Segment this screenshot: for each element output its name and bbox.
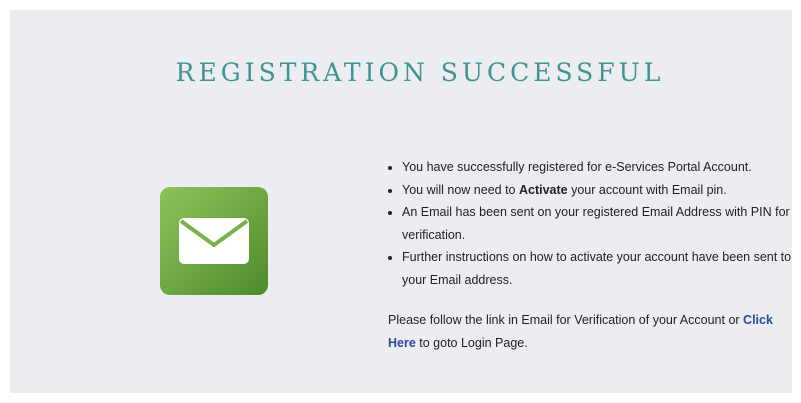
list-item: An Email has been sent on your registere… <box>402 201 796 246</box>
registration-panel: REGISTRATION SUCCESSFUL You have success… <box>10 10 792 393</box>
list-item: Further instructions on how to activate … <box>402 246 796 291</box>
follow-text-end: to goto Login Page. <box>415 335 528 350</box>
mail-tile <box>160 187 268 295</box>
activate-emphasis: Activate <box>518 182 568 197</box>
info-section: You have successfully registered for e-S… <box>376 156 796 354</box>
list-item: You will now need to Activate your accou… <box>402 179 796 202</box>
page-title: REGISTRATION SUCCESSFUL <box>175 58 665 87</box>
instruction-list: You have successfully registered for e-S… <box>376 156 796 291</box>
follow-instruction: Please follow the link in Email for Veri… <box>376 309 796 354</box>
bullet-text: An Email has been sent on your registere… <box>402 205 790 242</box>
follow-text: Please follow the link in Email for Veri… <box>388 313 744 327</box>
envelope-icon <box>179 218 249 264</box>
bullet-text: Further instructions on how to activate … <box>402 250 792 287</box>
bullet-text: your account with Email pin. <box>567 182 727 197</box>
bullet-text: You have successfully registered for e-S… <box>402 160 752 174</box>
bullet-text: You will now need to <box>402 182 519 197</box>
list-item: You have successfully registered for e-S… <box>402 156 796 179</box>
